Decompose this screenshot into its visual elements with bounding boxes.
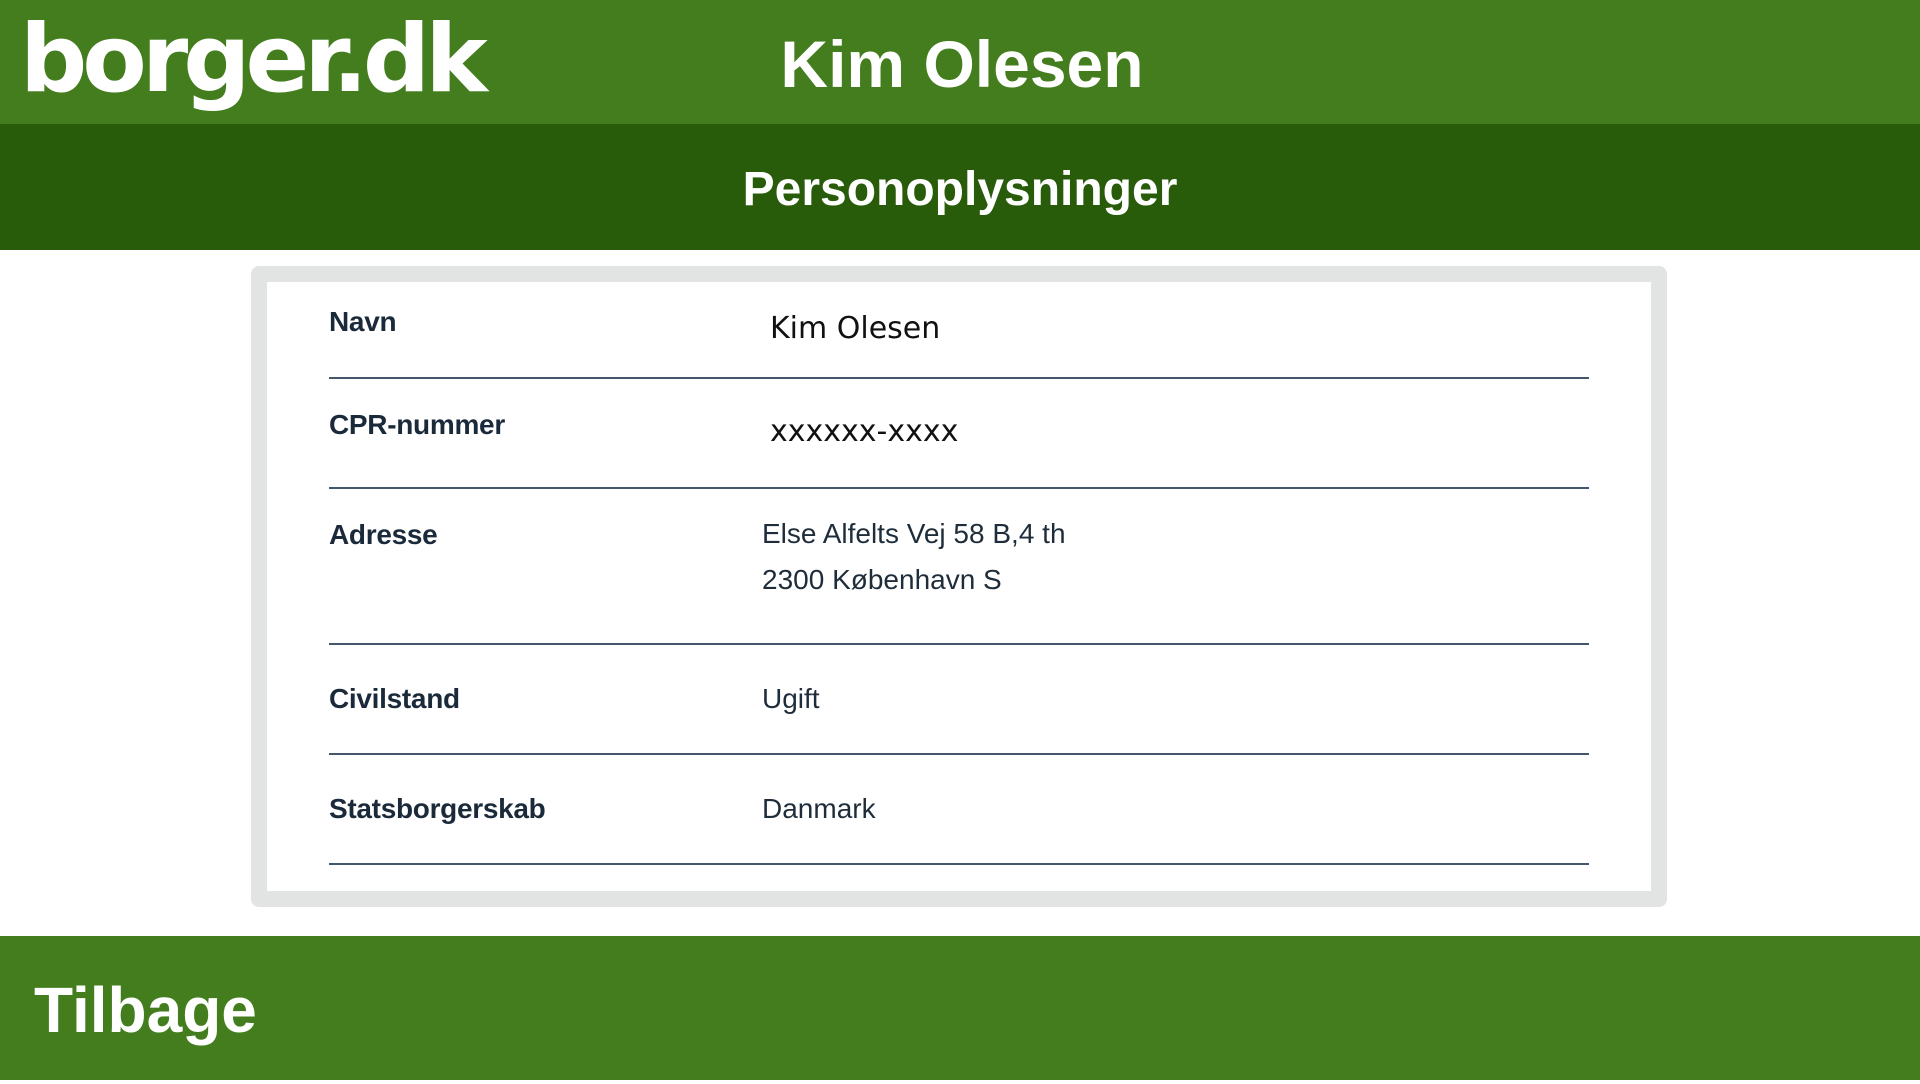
back-button[interactable]: Tilbage [34, 936, 257, 1080]
detail-row-civilstand: Civilstand Ugift [329, 645, 1589, 755]
page-title: Personoplysninger [0, 124, 1920, 250]
detail-label: Civilstand [329, 683, 460, 714]
detail-row-statsborgerskab: Statsborgerskab Danmark [329, 755, 1589, 865]
detail-label: Adresse [329, 519, 438, 550]
detail-label: CPR-nummer [329, 409, 505, 440]
detail-value: Ugift [762, 683, 820, 714]
detail-row-navn: Navn Kim Olesen [329, 282, 1589, 379]
detail-label: Navn [329, 306, 397, 337]
detail-label: Statsborgerskab [329, 793, 546, 824]
detail-value-line1: Else Alfelts Vej 58 B,4 th [762, 518, 1066, 549]
detail-value: Danmark [762, 793, 876, 824]
detail-row-cpr: CPR-nummer xxxxxx-xxxx [329, 379, 1589, 489]
details-card-body: Navn Kim Olesen CPR-nummer xxxxxx-xxxx A… [267, 282, 1651, 891]
top-header: borger.dk Kim Olesen [0, 0, 1920, 124]
bottom-footer: Tilbage [0, 936, 1920, 1080]
details-card: Navn Kim Olesen CPR-nummer xxxxxx-xxxx A… [251, 266, 1667, 907]
detail-value: xxxxxx-xxxx [770, 414, 959, 449]
detail-row-adresse: Adresse Else Alfelts Vej 58 B,4 th 2300 … [329, 489, 1589, 645]
detail-value-line2: 2300 København S [762, 564, 1002, 595]
detail-value: Kim Olesen [770, 311, 941, 346]
user-name-heading: Kim Olesen [780, 27, 1144, 101]
